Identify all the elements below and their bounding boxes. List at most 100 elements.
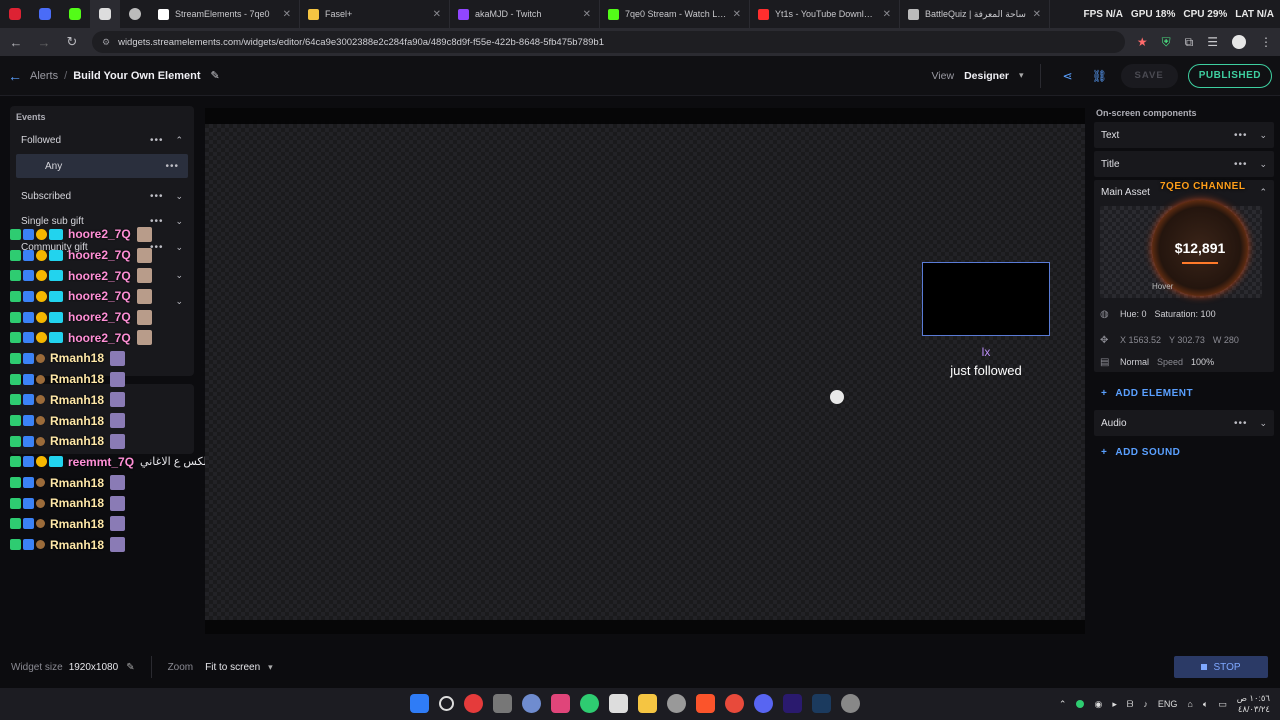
- zoom-select[interactable]: Fit to screen: [205, 662, 260, 673]
- component-title[interactable]: Title ••• ⌄: [1094, 151, 1274, 177]
- close-icon[interactable]: ✕: [883, 9, 891, 20]
- share-icon[interactable]: ⋖: [1057, 65, 1079, 87]
- more-options-icon[interactable]: •••: [1234, 130, 1248, 141]
- chrome-icon[interactable]: [725, 694, 744, 713]
- tray-app-icon[interactable]: ᗷ: [1127, 699, 1134, 710]
- edit-pencil-icon[interactable]: ✎: [126, 662, 134, 673]
- event-sub-item-any[interactable]: Any •••: [16, 154, 188, 178]
- chevron-down-icon[interactable]: ⌄: [1259, 130, 1267, 141]
- browser-tab[interactable]: 7qe0 Stream - Watch Live on ✕: [600, 0, 750, 28]
- edit-pencil-icon[interactable]: ✎: [211, 69, 220, 82]
- reading-list-icon[interactable]: ☰: [1207, 35, 1218, 49]
- discord-icon[interactable]: [754, 694, 773, 713]
- clock[interactable]: ١٠:٥٦ ص ٤٨/٠٣/٢٤: [1237, 693, 1270, 715]
- chevron-up-icon[interactable]: ⌃: [1059, 699, 1067, 710]
- component-audio[interactable]: Audio ••• ⌄: [1094, 410, 1274, 436]
- language-indicator[interactable]: ENG: [1158, 699, 1178, 709]
- app-icon[interactable]: [667, 694, 686, 713]
- chevron-up-icon[interactable]: ⌃: [175, 135, 183, 146]
- app-icon[interactable]: [580, 694, 599, 713]
- chevron-down-icon[interactable]: ▾: [1019, 70, 1024, 81]
- app-icon[interactable]: [841, 694, 860, 713]
- pinned-tab[interactable]: [0, 0, 30, 28]
- alert-username[interactable]: lx: [922, 345, 1050, 359]
- chevron-down-icon[interactable]: ⌄: [1259, 159, 1267, 170]
- saturation-value[interactable]: Saturation: 100: [1155, 309, 1216, 319]
- tray-app-icon[interactable]: ◉: [1094, 699, 1102, 710]
- volume-icon[interactable]: 🔈︎: [1203, 699, 1208, 710]
- chevron-up-icon[interactable]: ⌃: [1259, 187, 1267, 198]
- site-info-icon[interactable]: ⚙: [102, 37, 110, 48]
- settings-gear-icon[interactable]: [522, 694, 541, 713]
- component-main-asset[interactable]: Main Asset ⌃ $12,891 Hover ◍ Hue: 0 Satu…: [1094, 180, 1274, 372]
- alert-message[interactable]: just followed: [922, 363, 1050, 378]
- alert-element-box[interactable]: [922, 262, 1050, 336]
- browser-tab[interactable]: Yt1s - YouTube Downloader ✕: [750, 0, 900, 28]
- x-value[interactable]: X 1563.52: [1120, 335, 1161, 345]
- extension-shield-icon[interactable]: ⛨: [1162, 35, 1171, 50]
- forward-arrow-icon[interactable]: →: [36, 35, 52, 50]
- pinned-tab-active[interactable]: [90, 0, 120, 28]
- more-options-icon[interactable]: •••: [150, 191, 164, 202]
- browser-tab[interactable]: akaMJD - Twitch ✕: [450, 0, 600, 28]
- pinned-tab[interactable]: [30, 0, 60, 28]
- event-item-followed[interactable]: Followed ••• ⌃: [10, 126, 194, 154]
- bookmark-star-icon[interactable]: ★: [1137, 35, 1148, 49]
- steam-icon[interactable]: [812, 694, 831, 713]
- app-icon[interactable]: [551, 694, 570, 713]
- speed-value[interactable]: 100%: [1191, 357, 1214, 367]
- widget-canvas[interactable]: lx just followed: [205, 124, 1085, 620]
- breadcrumb-alerts[interactable]: Alerts: [30, 70, 58, 82]
- network-icon[interactable]: ⌂: [1187, 699, 1192, 709]
- chevron-down-icon[interactable]: ⌄: [1259, 418, 1267, 429]
- close-icon[interactable]: ✕: [433, 9, 441, 20]
- widget-size-value[interactable]: 1920x1080: [69, 662, 119, 673]
- close-icon[interactable]: ✕: [283, 9, 291, 20]
- chevron-down-icon[interactable]: ⌄: [175, 191, 183, 202]
- w-value[interactable]: W 280: [1213, 335, 1239, 345]
- y-value[interactable]: Y 302.73: [1169, 335, 1205, 345]
- url-field[interactable]: ⚙ widgets.streamelements.com/widgets/edi…: [92, 31, 1125, 53]
- blend-mode[interactable]: Normal: [1120, 357, 1149, 367]
- close-icon[interactable]: ✕: [583, 9, 591, 20]
- extensions-icon[interactable]: ⧉: [1185, 35, 1194, 50]
- close-icon[interactable]: ✕: [733, 9, 741, 20]
- add-sound-button[interactable]: + ADD SOUND: [1094, 439, 1274, 465]
- microphone-icon[interactable]: ♪: [1143, 699, 1148, 709]
- back-arrow-icon[interactable]: ←: [8, 68, 22, 84]
- search-icon[interactable]: [439, 696, 454, 711]
- profile-avatar[interactable]: [1232, 35, 1246, 49]
- asset-preview[interactable]: $12,891 Hover: [1100, 200, 1262, 298]
- start-icon[interactable]: [410, 694, 429, 713]
- chevron-down-icon[interactable]: ▾: [268, 662, 273, 673]
- add-element-button[interactable]: + ADD ELEMENT: [1094, 380, 1274, 406]
- more-options-icon[interactable]: •••: [1234, 159, 1248, 170]
- stop-button[interactable]: STOP: [1174, 656, 1268, 678]
- tray-app-icon[interactable]: ▸: [1112, 699, 1117, 710]
- reload-icon[interactable]: ↻: [64, 34, 80, 50]
- more-options-icon[interactable]: •••: [150, 135, 164, 146]
- more-options-icon[interactable]: •••: [1234, 418, 1248, 429]
- premiere-icon[interactable]: [783, 694, 802, 713]
- folder-icon[interactable]: [638, 694, 657, 713]
- more-options-icon[interactable]: •••: [165, 161, 179, 172]
- component-text[interactable]: Text ••• ⌄: [1094, 122, 1274, 148]
- app-icon[interactable]: [609, 694, 628, 713]
- browser-tab[interactable]: Fasel+ ✕: [300, 0, 450, 28]
- battery-icon[interactable]: ▭: [1218, 699, 1227, 710]
- view-select[interactable]: Designer: [964, 70, 1009, 82]
- back-arrow-icon[interactable]: ←: [8, 35, 24, 50]
- pinned-tab[interactable]: [120, 0, 150, 28]
- app-icon[interactable]: [464, 694, 483, 713]
- browser-tab[interactable]: StreamElements - 7qe0 ✕: [150, 0, 300, 28]
- hue-value[interactable]: Hue: 0: [1120, 309, 1147, 319]
- close-icon[interactable]: ✕: [1033, 9, 1041, 20]
- browser-menu-icon[interactable]: ⋮: [1260, 35, 1272, 49]
- published-button[interactable]: PUBLISHED: [1187, 63, 1272, 88]
- event-item-subscribed[interactable]: Subscribed ••• ⌄: [10, 182, 194, 210]
- tray-app-icon[interactable]: [1076, 700, 1085, 708]
- pinned-tab[interactable]: [60, 0, 90, 28]
- brave-icon[interactable]: [696, 694, 715, 713]
- save-button[interactable]: SAVE: [1120, 63, 1178, 88]
- browser-tab[interactable]: BattleQuiz | ساحة المعرفة ✕: [900, 0, 1050, 28]
